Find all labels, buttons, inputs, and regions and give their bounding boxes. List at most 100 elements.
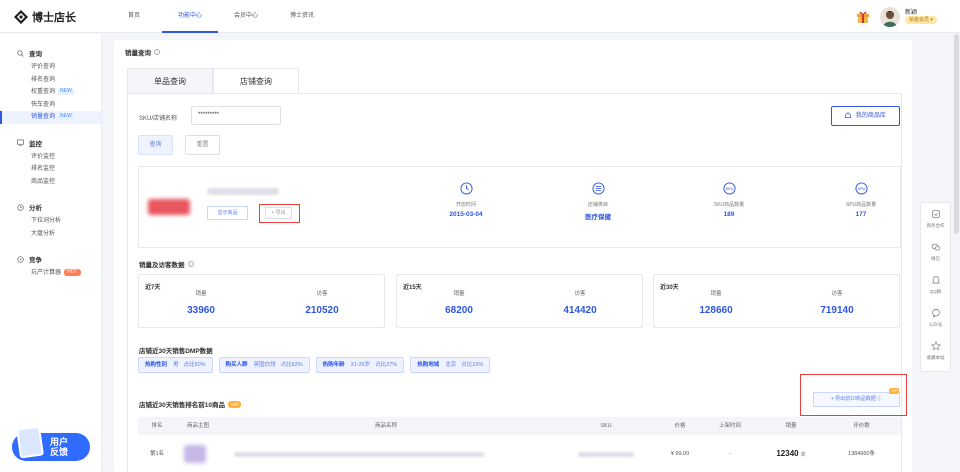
sidebar-item-pit-calculator[interactable]: 坑产计算器 HOT <box>0 267 101 280</box>
logo[interactable]: 博士店长 <box>14 9 76 25</box>
qq-group-button[interactable]: QQ群 <box>921 269 950 302</box>
info-icon[interactable]: i <box>187 261 194 267</box>
listed-time-cell: - <box>729 451 731 457</box>
section-title-text: 店铺近30天销售DMP数据 <box>139 348 213 355</box>
clock-icon <box>459 182 473 195</box>
dmp-tag-region: 热购地域 北京 占比19% <box>410 357 491 373</box>
vip-badge: VIP <box>889 388 900 394</box>
column-header: 评价数 <box>853 423 870 429</box>
stat-label: SPU商品数量 <box>845 202 877 208</box>
dmp-tags: 热购性别男占比50% 购买人群 英国白领 占比83% 热购年龄 31-35岁 占比27%… <box>138 357 491 373</box>
period-sales: 销量 68200 <box>445 291 473 316</box>
sidebar-group-analysis: 分析 <box>17 202 101 212</box>
sidebar-item-review-monitor[interactable]: 评价监控 <box>0 151 101 164</box>
dmp-tag-age: 热购年龄 31-35岁 占比27% <box>315 357 405 373</box>
sku-icon: SKU <box>722 182 736 195</box>
chat-bubble-icon <box>931 308 940 318</box>
qq-icon <box>931 276 940 284</box>
sidebar-item-rank-monitor[interactable]: 排名监控 <box>0 163 101 176</box>
stat-value: 2015-03-04 <box>449 211 483 218</box>
export-button[interactable]: + 导出 <box>265 207 292 219</box>
product-image[interactable] <box>184 445 206 463</box>
sidebar-group-monitor: 监控 <box>17 138 101 148</box>
my-product-library-label: 我的商品库 <box>855 113 886 119</box>
sidebar-item-label: 快车查询 <box>31 101 56 108</box>
price-cell: ¥ 99.00 <box>670 451 690 457</box>
sku-shop-label: SKU/店铺名称 <box>139 116 178 122</box>
stat-label: SKU商品数量 <box>713 202 745 208</box>
query-button[interactable]: 查询 <box>138 135 173 155</box>
sidebar-group-competition: 竞争 <box>17 254 101 264</box>
product-name-redacted <box>234 452 484 457</box>
sidebar-item-label: 权重查询 <box>31 89 56 95</box>
sidebar-item-dropdown-words[interactable]: 下拉词分析 <box>0 215 101 228</box>
export-top10-button[interactable]: + 导出前10商品数据 ⓘ <box>813 392 900 407</box>
avatar[interactable] <box>880 7 900 27</box>
query-tabs: 单品查询 店铺查询 <box>127 68 299 94</box>
page-scrollbar[interactable] <box>954 34 959 234</box>
sidebar-item-sales-query[interactable]: 销量查询 NEW <box>0 111 101 124</box>
avatar-image <box>883 11 897 27</box>
user-feedback-button[interactable]: 用户 反馈 <box>12 425 90 461</box>
sku-shop-input[interactable]: ********* <box>191 106 281 125</box>
sidebar-item-label: 下拉词分析 <box>31 218 62 224</box>
period-sales: 销量 128660 <box>699 291 733 316</box>
sidebar-item-review-query[interactable]: 评价查询 <box>0 61 101 74</box>
export-highlight-box: + 导出 <box>259 204 300 223</box>
shop-info-card: 显示商品 + 导出 开店时间 2015-03-04 店铺类目 医疗保健 SKU … <box>138 166 901 248</box>
float-bar-label: 收藏本站 <box>926 355 945 360</box>
period-card-30d: 近30天 销量 128660 访客 719140 <box>653 274 900 328</box>
business-cooperation-button[interactable]: 商务合作 <box>921 203 950 236</box>
nav-membership[interactable]: 会员中心 <box>218 0 274 33</box>
new-badge: NEW <box>58 112 74 120</box>
dmp-tag-crowd: 购买人群 英国白领 占比83% <box>218 357 310 373</box>
column-header: 销量 <box>785 423 797 429</box>
svg-text:SKU: SKU <box>725 186 733 191</box>
nav-news[interactable]: 博士资讯 <box>274 0 330 33</box>
nav-home[interactable]: 首页 <box>106 0 162 33</box>
sidebar-item-weight-query[interactable]: 权重查询 NEW <box>0 86 101 99</box>
sales-cell: 12340 单 <box>776 449 806 458</box>
period-card-15d: 近15天 销量 68200 访客 414420 <box>396 274 643 328</box>
sidebar-group-label: 竞争 <box>29 257 42 264</box>
user-name: 新颖 <box>905 10 918 16</box>
compass-icon <box>17 255 24 263</box>
wechat-button[interactable]: 微信 <box>921 236 950 269</box>
main-nav: 首页 功能中心 会员中心 博士资讯 <box>106 0 330 33</box>
official-account-button[interactable]: 公众号 <box>921 302 950 335</box>
vip-level-dropdown[interactable]: 铂金会员 ▾ <box>905 16 937 24</box>
shop-logo <box>148 199 190 215</box>
gift-icon[interactable] <box>856 10 870 23</box>
float-bar-label: 公众号 <box>928 322 943 327</box>
sidebar-item-label: 评价查询 <box>31 64 56 70</box>
column-header: 商品名称 <box>374 423 397 429</box>
nav-features[interactable]: 功能中心 <box>162 0 218 33</box>
sidebar-item-express-query[interactable]: 快车查询 <box>0 99 101 112</box>
stat-shop-category: 店铺类目 医疗保健 <box>553 182 643 221</box>
sidebar-item-market-analysis[interactable]: 大盘分析 <box>0 228 101 241</box>
monitor-icon <box>17 139 24 146</box>
sidebar-item-label: 商品监控 <box>31 178 56 185</box>
vip-badge: VIP <box>227 400 242 408</box>
feedback-label: 用户 反馈 <box>50 437 69 457</box>
reset-button[interactable]: 重置 <box>185 135 220 155</box>
sidebar-item-goods-monitor[interactable]: 商品监控 <box>0 176 101 189</box>
sidebar-item-label: 排名查询 <box>31 76 56 83</box>
tab-shop[interactable]: 店铺查询 <box>213 68 299 94</box>
sidebar-group-query: 查询 <box>17 48 101 58</box>
sidebar-item-label: 销量查询 <box>31 114 56 120</box>
my-product-library-button[interactable]: 我的商品库 <box>831 106 900 126</box>
column-header: 排名 <box>151 423 163 429</box>
info-icon[interactable]: i <box>154 49 160 55</box>
sidebar-item-rank-query[interactable]: 排名查询 <box>0 74 101 87</box>
reviews-cell: 1384960条 <box>848 451 875 457</box>
table-row[interactable]: 第1名 ¥ 99.00 - 12340 单 1384960条 <box>138 435 901 472</box>
sidebar-item-label: 排名监控 <box>31 166 56 172</box>
period-card-7d: 近7天 销量 33960 访客 210520 <box>138 274 385 328</box>
sidebar-item-label: 坑产计算器 <box>31 270 62 276</box>
bookmark-site-button[interactable]: 收藏本站 <box>921 335 950 368</box>
main-content: 销量 查询 i 单品查询 店铺查询 SKU/店铺名称 ********* 我的商品… <box>114 40 912 472</box>
show-goods-button[interactable]: 显示商品 <box>207 206 248 220</box>
tab-single-item[interactable]: 单品查询 <box>127 68 213 94</box>
logo-text: 博士店长 <box>32 12 76 24</box>
